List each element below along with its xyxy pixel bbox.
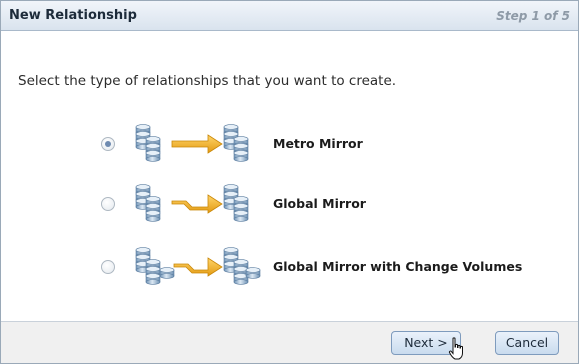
metro-mirror-label: Metro Mirror (273, 136, 363, 151)
dialog-title: New Relationship (9, 8, 137, 23)
metro-mirror-icon (134, 122, 262, 166)
dialog-footer: Next > Cancel (1, 321, 578, 363)
cancel-button[interactable]: Cancel (495, 331, 559, 355)
global-mirror-icon (134, 182, 262, 226)
global-mirror-change-volumes-radio[interactable] (101, 260, 115, 274)
metro-mirror-radio[interactable] (101, 137, 115, 151)
dialog-titlebar: New Relationship Step 1 of 5 (1, 1, 578, 31)
instruction-text: Select the type of relationships that yo… (18, 73, 397, 89)
option-metro-mirror[interactable]: Metro Mirror (91, 120, 571, 168)
option-global-mirror-change-volumes[interactable]: Global Mirror with Change Volumes (91, 243, 571, 291)
global-mirror-change-volumes-label: Global Mirror with Change Volumes (273, 259, 523, 274)
new-relationship-dialog: New Relationship Step 1 of 5 Select the … (0, 0, 579, 364)
step-indicator: Step 1 of 5 (496, 9, 570, 23)
option-global-mirror[interactable]: Global Mirror (91, 180, 571, 228)
global-mirror-change-volumes-icon (134, 245, 262, 289)
global-mirror-label: Global Mirror (273, 196, 366, 211)
hand-cursor-icon (448, 337, 463, 360)
global-mirror-radio[interactable] (101, 197, 115, 211)
